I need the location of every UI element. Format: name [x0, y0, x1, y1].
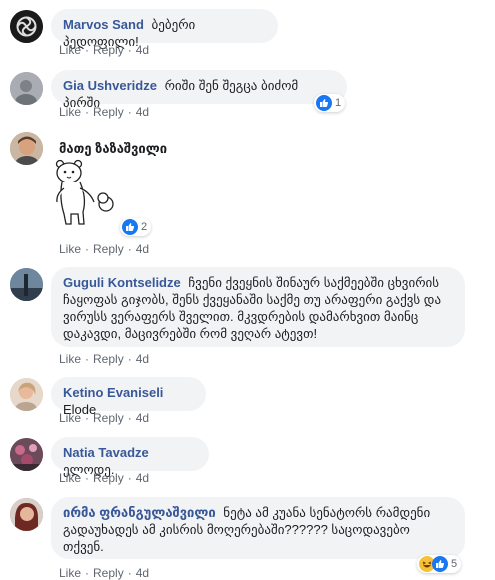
reaction-count: 5 — [451, 558, 458, 570]
comment-time[interactable]: 4d — [136, 105, 149, 119]
profile-photo-icon — [10, 378, 43, 411]
comment-time[interactable]: 4d — [136, 411, 149, 425]
separator: · — [85, 43, 90, 57]
comment-author[interactable]: ირმა ფრანგულაშვილი — [63, 505, 216, 520]
separator: · — [127, 43, 132, 57]
reply-link[interactable]: Reply — [93, 471, 124, 485]
like-link[interactable]: Like — [59, 242, 81, 256]
comment-bubble: Natia Tavadze ელოდე. — [51, 437, 209, 477]
comment-bubble: Gia Ushveridze რიში შენ შეგცა ბიძომ პირშ… — [51, 70, 347, 110]
reaction-summary[interactable]: 2 — [120, 218, 152, 236]
reaction-count: 2 — [141, 221, 148, 233]
comment-actions: Like · Reply · 4d — [59, 566, 149, 580]
comment-actions: Like · Reply · 4d — [59, 43, 149, 57]
profile-photo-icon — [10, 498, 43, 531]
avatar[interactable] — [10, 378, 43, 411]
comment-author[interactable]: Natia Tavadze — [63, 445, 149, 460]
separator: · — [85, 471, 90, 485]
profile-photo-icon — [10, 268, 43, 301]
comment-time[interactable]: 4d — [136, 43, 149, 57]
separator: · — [127, 566, 132, 580]
like-link[interactable]: Like — [59, 566, 81, 580]
like-link[interactable]: Like — [59, 105, 81, 119]
avatar[interactable] — [10, 438, 43, 471]
reaction-count: 1 — [335, 97, 342, 109]
comment-time[interactable]: 4d — [136, 471, 149, 485]
comment-author[interactable]: Ketino Evaniseli — [63, 385, 163, 400]
comment-bubble: Guguli Kontselidze ჩვენი ქვეყნის შინაურ … — [51, 267, 465, 347]
profile-photo-icon — [10, 72, 43, 105]
comment-time[interactable]: 4d — [136, 352, 149, 366]
separator: · — [127, 411, 132, 425]
comment-actions: Like · Reply · 4d — [59, 242, 149, 256]
separator: · — [85, 566, 90, 580]
bear-sticker-icon — [55, 159, 114, 225]
separator: · — [85, 411, 90, 425]
like-reaction-icon — [432, 556, 448, 572]
reaction-summary[interactable]: 1 — [314, 94, 346, 112]
separator: · — [127, 242, 132, 256]
comment-time[interactable]: 4d — [136, 242, 149, 256]
like-link[interactable]: Like — [59, 43, 81, 57]
separator: · — [85, 352, 90, 366]
like-link[interactable]: Like — [59, 471, 81, 485]
like-link[interactable]: Like — [59, 411, 81, 425]
comment-time[interactable]: 4d — [136, 566, 149, 580]
like-link[interactable]: Like — [59, 352, 81, 366]
like-reaction-icon — [122, 219, 138, 235]
separator: · — [127, 471, 132, 485]
bear-sticker[interactable] — [54, 158, 122, 230]
swirl-logo-icon — [10, 10, 43, 43]
profile-photo-icon — [10, 438, 43, 471]
avatar[interactable] — [10, 10, 43, 43]
comment-actions: Like · Reply · 4d — [59, 411, 149, 425]
reply-link[interactable]: Reply — [93, 411, 124, 425]
separator: · — [85, 242, 90, 256]
comment-bubble: Ketino Evaniseli Elode — [51, 377, 206, 417]
comment-bubble: ირმა ფრანგულაშვილი ნეტა ამ კუანა სენატორ… — [51, 497, 465, 559]
reply-link[interactable]: Reply — [93, 242, 124, 256]
comment-actions: Like · Reply · 4d — [59, 105, 149, 119]
reply-link[interactable]: Reply — [93, 352, 124, 366]
comment-author[interactable]: Marvos Sand — [63, 17, 144, 32]
separator: · — [127, 105, 132, 119]
comment-bubble: Marvos Sand ბებერი პედოფილი! — [51, 9, 278, 49]
comment-author[interactable]: Guguli Kontselidze — [63, 275, 181, 290]
reply-link[interactable]: Reply — [93, 43, 124, 57]
comment-author[interactable]: Gia Ushveridze — [63, 78, 157, 93]
avatar[interactable] — [10, 498, 43, 531]
separator: · — [127, 352, 132, 366]
reply-link[interactable]: Reply — [93, 105, 124, 119]
avatar[interactable] — [10, 72, 43, 105]
avatar[interactable] — [10, 132, 43, 165]
reply-link[interactable]: Reply — [93, 566, 124, 580]
like-reaction-icon — [316, 95, 332, 111]
comment-author[interactable]: მათე ზაზაშვილი — [59, 141, 167, 157]
avatar[interactable] — [10, 268, 43, 301]
comment-actions: Like · Reply · 4d — [59, 352, 149, 366]
comment-actions: Like · Reply · 4d — [59, 471, 149, 485]
reaction-summary[interactable]: 5 — [417, 555, 462, 573]
profile-photo-icon — [10, 132, 43, 165]
separator: · — [85, 105, 90, 119]
